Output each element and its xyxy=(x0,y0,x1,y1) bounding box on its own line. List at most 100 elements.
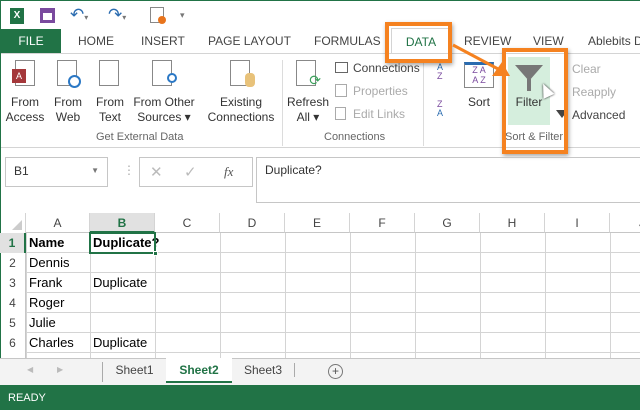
label: Sources ▾ xyxy=(137,110,191,124)
arrow-annotation xyxy=(452,43,510,76)
clear-button[interactable]: Clear xyxy=(572,62,601,76)
label: From xyxy=(96,95,124,109)
tab-ablebits[interactable]: Ablebits D xyxy=(588,34,640,48)
sort-za-button[interactable]: ZA xyxy=(437,100,443,118)
undo-icon[interactable]: ↶▾ xyxy=(70,5,88,25)
connections-icon xyxy=(335,62,348,73)
formula-input[interactable]: Duplicate? xyxy=(256,157,640,203)
access-icon: A xyxy=(12,60,35,86)
sheet-tab-bar xyxy=(0,358,640,385)
label: From Other xyxy=(133,95,195,109)
cell-b3[interactable]: Duplicate xyxy=(90,273,147,293)
cell-a6[interactable]: Charles xyxy=(26,333,90,353)
divider xyxy=(282,60,283,146)
reapply-button[interactable]: Reapply xyxy=(572,85,616,99)
cell-a4[interactable]: Roger xyxy=(26,293,90,313)
worksheet-grid[interactable]: ABCDEFGHIJ1NameDuplicate?2Dennis3FrankDu… xyxy=(0,213,640,358)
tab-file[interactable]: FILE xyxy=(1,29,61,53)
column-gridline xyxy=(545,233,546,358)
advanced-button[interactable]: Advanced xyxy=(572,108,625,122)
group-label-connections: Connections xyxy=(324,131,386,143)
column-gridline xyxy=(285,233,286,358)
customize-icon[interactable] xyxy=(150,7,166,24)
sheet-tab-sheet1[interactable]: Sheet1 xyxy=(103,363,166,377)
connections-button[interactable]: Connections xyxy=(353,61,420,75)
column-gridline xyxy=(415,233,416,358)
column-header-e[interactable]: E xyxy=(285,213,350,233)
sort-button[interactable]: Sort xyxy=(462,95,496,110)
column-header-i[interactable]: I xyxy=(545,213,610,233)
cell-a1[interactable]: Name xyxy=(26,233,90,253)
cell-a2[interactable]: Dennis xyxy=(26,253,90,273)
column-header-c[interactable]: C xyxy=(155,213,220,233)
column-header-f[interactable]: F xyxy=(350,213,415,233)
cell-b2[interactable] xyxy=(90,253,93,273)
name-box-value: B1 xyxy=(14,164,29,178)
row-header[interactable]: 4 xyxy=(0,293,26,313)
redo-icon[interactable]: ↷▾ xyxy=(108,5,126,25)
row-header[interactable]: 3 xyxy=(0,273,26,293)
cell-b5[interactable] xyxy=(90,313,93,333)
properties-button[interactable]: Properties xyxy=(353,84,408,98)
label: From xyxy=(54,95,82,109)
row-header[interactable]: 2 xyxy=(0,253,26,273)
name-box[interactable]: B1 ▼ xyxy=(5,157,108,187)
from-text-button[interactable]: From Text xyxy=(92,95,128,125)
text-file-icon xyxy=(99,60,119,86)
cell-b6[interactable]: Duplicate xyxy=(90,333,147,353)
refresh-all-button[interactable]: Refresh All ▾ xyxy=(286,95,330,125)
from-web-button[interactable]: From Web xyxy=(50,95,86,125)
tab-view[interactable]: VIEW xyxy=(533,34,564,48)
save-icon[interactable] xyxy=(40,8,55,23)
chevron-down-icon: ▼ xyxy=(91,166,99,175)
enter-icon[interactable]: ✓ xyxy=(184,163,197,181)
column-header-g[interactable]: G xyxy=(415,213,480,233)
from-access-button[interactable]: From Access xyxy=(4,95,46,125)
from-other-sources-button[interactable]: From Other Sources ▾ xyxy=(130,95,198,125)
tab-home[interactable]: HOME xyxy=(78,34,114,48)
web-icon xyxy=(57,60,81,88)
label: Text xyxy=(98,110,121,124)
scroll-right-icon[interactable]: ▶ xyxy=(57,365,63,374)
cell-a5[interactable]: Julie xyxy=(26,313,90,333)
row-header[interactable]: 1 xyxy=(0,233,26,253)
column-gridline xyxy=(480,233,481,358)
edit-links-button[interactable]: Edit Links xyxy=(353,107,405,121)
row-header[interactable]: 5 xyxy=(0,313,26,333)
select-all-corner[interactable] xyxy=(0,213,26,233)
highlight-data-tab xyxy=(385,22,452,63)
tab-insert[interactable]: INSERT xyxy=(141,34,185,48)
row-gridline xyxy=(26,312,640,313)
column-header-a[interactable]: A xyxy=(26,213,90,233)
qat-more-icon[interactable]: ▾ xyxy=(180,10,185,21)
label: Web xyxy=(55,110,81,124)
sort-az-button[interactable]: AZ xyxy=(437,63,443,81)
cell-a3[interactable]: Frank xyxy=(26,273,90,293)
row-header[interactable]: 6 xyxy=(0,333,26,353)
label: Access xyxy=(5,110,45,124)
existing-connections-button[interactable]: Existing Connections xyxy=(205,95,277,125)
edit-links-icon xyxy=(335,107,346,120)
column-header-h[interactable]: H xyxy=(480,213,545,233)
column-header-j[interactable]: J xyxy=(610,213,640,233)
tab-formulas[interactable]: FORMULAS xyxy=(314,34,381,48)
status-text: READY xyxy=(8,392,46,404)
formula-bar-grip[interactable]: ⋮ xyxy=(123,163,135,177)
column-header-d[interactable]: D xyxy=(220,213,285,233)
insert-function-icon[interactable]: fx xyxy=(224,164,233,180)
cell-b4[interactable] xyxy=(90,293,93,313)
column-header-b[interactable]: B xyxy=(90,213,155,233)
cancel-icon[interactable]: ✕ xyxy=(150,163,163,181)
sheet-tab-sheet2[interactable]: Sheet2 xyxy=(166,358,232,383)
divider xyxy=(423,60,424,146)
label: Connections xyxy=(207,110,275,124)
properties-icon xyxy=(335,84,347,97)
sheet-tab-sheet3[interactable]: Sheet3 xyxy=(232,363,295,377)
tab-page-layout[interactable]: PAGE LAYOUT xyxy=(208,34,291,48)
column-gridline xyxy=(350,233,351,358)
existing-connections-icon xyxy=(230,60,255,87)
column-gridline xyxy=(610,233,611,358)
add-sheet-icon[interactable]: + xyxy=(328,364,343,379)
label: Refresh xyxy=(286,95,330,109)
scroll-left-icon[interactable]: ◀ xyxy=(27,365,33,374)
